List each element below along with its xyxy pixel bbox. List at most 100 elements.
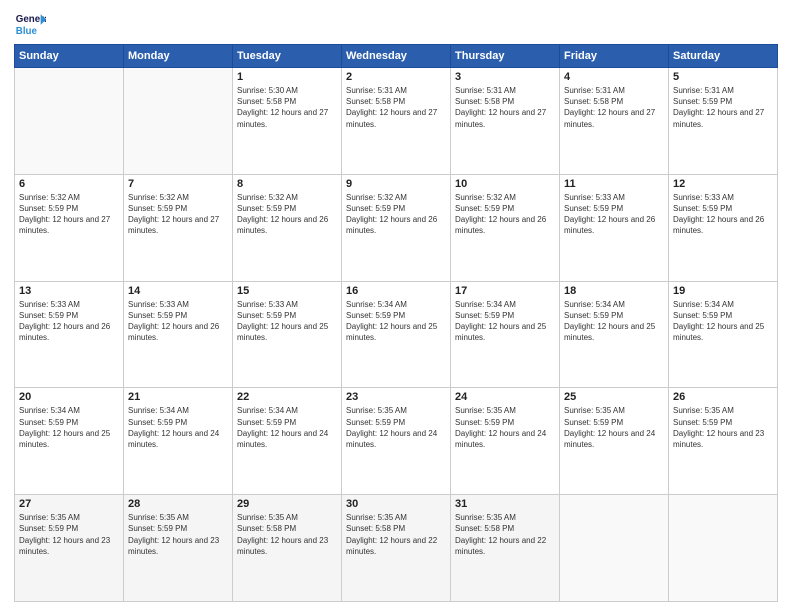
day-number: 10 [455, 178, 555, 190]
calendar-cell: 13 Sunrise: 5:33 AMSunset: 5:59 PMDayligh… [15, 281, 124, 388]
calendar-cell: 29Sunrise: 5:35 AMSunset: 5:58 PMDayligh… [233, 495, 342, 602]
calendar-cell: 10Sunrise: 5:32 AMSunset: 5:59 PMDayligh… [451, 174, 560, 281]
day-number: 13 [19, 285, 119, 297]
calendar-cell: 11 Sunrise: 5:33 AMSunset: 5:59 PMDayligh… [560, 174, 669, 281]
cell-info: Sunrise: 5:32 AMSunset: 5:59 PMDaylight:… [19, 192, 119, 237]
day-number: 21 [128, 391, 228, 403]
day-header-wednesday: Wednesday [342, 45, 451, 68]
day-number: 22 [237, 391, 337, 403]
day-number: 7 [128, 178, 228, 190]
calendar-cell: 1 Sunrise: 5:30 AMSunset: 5:58 PMDaylight… [233, 68, 342, 175]
cell-info: Sunrise: 5:33 AMSunset: 5:59 PMDaylight:… [237, 299, 337, 344]
day-number: 11 [564, 178, 664, 190]
cell-info: Sunrise: 5:34 AMSunset: 5:59 PMDaylight:… [564, 299, 664, 344]
page: General Blue SundayMondayTuesdayWednesda… [0, 0, 792, 612]
cell-info: Sunrise: 5:33 AMSunset: 5:59 PMDaylight:… [673, 192, 773, 237]
cell-info: Sunrise: 5:35 AMSunset: 5:59 PMDaylight:… [564, 405, 664, 450]
cell-info: Sunrise: 5:32 AMSunset: 5:59 PMDaylight:… [237, 192, 337, 237]
cell-info: Sunrise: 5:34 AMSunset: 5:59 PMDaylight:… [128, 405, 228, 450]
cell-info: Sunrise: 5:31 AMSunset: 5:59 PMDaylight:… [673, 85, 773, 130]
calendar-header-row: SundayMondayTuesdayWednesdayThursdayFrid… [15, 45, 778, 68]
day-number: 14 [128, 285, 228, 297]
day-number: 31 [455, 498, 555, 510]
cell-info: Sunrise: 5:35 AMSunset: 5:59 PMDaylight:… [346, 405, 446, 450]
calendar-cell [669, 495, 778, 602]
calendar-cell: 24 Sunrise: 5:35 AMSunset: 5:59 PMDayligh… [451, 388, 560, 495]
cell-info: Sunrise: 5:31 AMSunset: 5:58 PMDaylight:… [346, 85, 446, 130]
calendar-table: SundayMondayTuesdayWednesdayThursdayFrid… [14, 44, 778, 602]
day-number: 2 [346, 71, 446, 83]
calendar-cell: 28Sunrise: 5:35 AMSunset: 5:59 PMDayligh… [124, 495, 233, 602]
calendar-cell: 17 Sunrise: 5:34 AMSunset: 5:59 PMDayligh… [451, 281, 560, 388]
day-number: 8 [237, 178, 337, 190]
day-header-thursday: Thursday [451, 45, 560, 68]
day-number: 19 [673, 285, 773, 297]
calendar-cell: 20 Sunrise: 5:34 AMSunset: 5:59 PMDayligh… [15, 388, 124, 495]
day-header-monday: Monday [124, 45, 233, 68]
day-number: 17 [455, 285, 555, 297]
calendar-cell: 6 Sunrise: 5:32 AMSunset: 5:59 PMDaylight… [15, 174, 124, 281]
calendar-cell [560, 495, 669, 602]
calendar-cell: 26 Sunrise: 5:35 AMSunset: 5:59 PMDayligh… [669, 388, 778, 495]
calendar-cell: 4 Sunrise: 5:31 AMSunset: 5:58 PMDaylight… [560, 68, 669, 175]
calendar-cell: 21 Sunrise: 5:34 AMSunset: 5:59 PMDayligh… [124, 388, 233, 495]
cell-info: Sunrise: 5:32 AMSunset: 5:59 PMDaylight:… [346, 192, 446, 237]
calendar-cell: 9 Sunrise: 5:32 AMSunset: 5:59 PMDaylight… [342, 174, 451, 281]
day-number: 5 [673, 71, 773, 83]
cell-info: Sunrise: 5:30 AMSunset: 5:58 PMDaylight:… [237, 85, 337, 130]
cell-info: Sunrise: 5:34 AMSunset: 5:59 PMDaylight:… [19, 405, 119, 450]
calendar-cell: 7 Sunrise: 5:32 AMSunset: 5:59 PMDaylight… [124, 174, 233, 281]
day-number: 12 [673, 178, 773, 190]
day-number: 15 [237, 285, 337, 297]
day-number: 25 [564, 391, 664, 403]
day-header-sunday: Sunday [15, 45, 124, 68]
calendar-cell: 3 Sunrise: 5:31 AMSunset: 5:58 PMDaylight… [451, 68, 560, 175]
day-number: 3 [455, 71, 555, 83]
calendar-cell: 18 Sunrise: 5:34 AMSunset: 5:59 PMDayligh… [560, 281, 669, 388]
day-number: 18 [564, 285, 664, 297]
cell-info: Sunrise: 5:34 AMSunset: 5:59 PMDaylight:… [237, 405, 337, 450]
logo: General Blue [14, 10, 46, 38]
header: General Blue [14, 10, 778, 38]
cell-info: Sunrise: 5:35 AMSunset: 5:58 PMDaylight:… [346, 512, 446, 557]
cell-info: Sunrise: 5:35 AMSunset: 5:58 PMDaylight:… [455, 512, 555, 557]
day-number: 20 [19, 391, 119, 403]
day-number: 4 [564, 71, 664, 83]
calendar-cell [124, 68, 233, 175]
cell-info: Sunrise: 5:31 AMSunset: 5:58 PMDaylight:… [564, 85, 664, 130]
day-number: 1 [237, 71, 337, 83]
calendar-week-3: 20 Sunrise: 5:34 AMSunset: 5:59 PMDayligh… [15, 388, 778, 495]
day-number: 30 [346, 498, 446, 510]
svg-text:Blue: Blue [16, 26, 38, 37]
calendar-cell: 19Sunrise: 5:34 AMSunset: 5:59 PMDayligh… [669, 281, 778, 388]
calendar-week-1: 6 Sunrise: 5:32 AMSunset: 5:59 PMDaylight… [15, 174, 778, 281]
day-number: 6 [19, 178, 119, 190]
day-number: 23 [346, 391, 446, 403]
calendar-cell: 5 Sunrise: 5:31 AMSunset: 5:59 PMDaylight… [669, 68, 778, 175]
calendar-cell: 27 Sunrise: 5:35 AMSunset: 5:59 PMDayligh… [15, 495, 124, 602]
cell-info: Sunrise: 5:35 AMSunset: 5:59 PMDaylight:… [673, 405, 773, 450]
calendar-cell: 15 Sunrise: 5:33 AMSunset: 5:59 PMDayligh… [233, 281, 342, 388]
calendar-cell: 2 Sunrise: 5:31 AMSunset: 5:58 PMDaylight… [342, 68, 451, 175]
calendar-cell [15, 68, 124, 175]
cell-info: Sunrise: 5:35 AMSunset: 5:59 PMDaylight:… [455, 405, 555, 450]
calendar-week-4: 27 Sunrise: 5:35 AMSunset: 5:59 PMDayligh… [15, 495, 778, 602]
day-number: 9 [346, 178, 446, 190]
cell-info: Sunrise: 5:35 AMSunset: 5:58 PMDaylight:… [237, 512, 337, 557]
calendar-cell: 30 Sunrise: 5:35 AMSunset: 5:58 PMDayligh… [342, 495, 451, 602]
cell-info: Sunrise: 5:34 AMSunset: 5:59 PMDaylight:… [455, 299, 555, 344]
day-number: 27 [19, 498, 119, 510]
day-number: 26 [673, 391, 773, 403]
calendar-cell: 22 Sunrise: 5:34 AMSunset: 5:59 PMDayligh… [233, 388, 342, 495]
cell-info: Sunrise: 5:33 AMSunset: 5:59 PMDaylight:… [19, 299, 119, 344]
cell-info: Sunrise: 5:31 AMSunset: 5:58 PMDaylight:… [455, 85, 555, 130]
cell-info: Sunrise: 5:33 AMSunset: 5:59 PMDaylight:… [564, 192, 664, 237]
cell-info: Sunrise: 5:32 AMSunset: 5:59 PMDaylight:… [128, 192, 228, 237]
day-number: 16 [346, 285, 446, 297]
cell-info: Sunrise: 5:35 AMSunset: 5:59 PMDaylight:… [19, 512, 119, 557]
calendar-cell: 12 Sunrise: 5:33 AMSunset: 5:59 PMDayligh… [669, 174, 778, 281]
day-number: 28 [128, 498, 228, 510]
day-number: 24 [455, 391, 555, 403]
calendar-cell: 23 Sunrise: 5:35 AMSunset: 5:59 PMDayligh… [342, 388, 451, 495]
day-header-tuesday: Tuesday [233, 45, 342, 68]
